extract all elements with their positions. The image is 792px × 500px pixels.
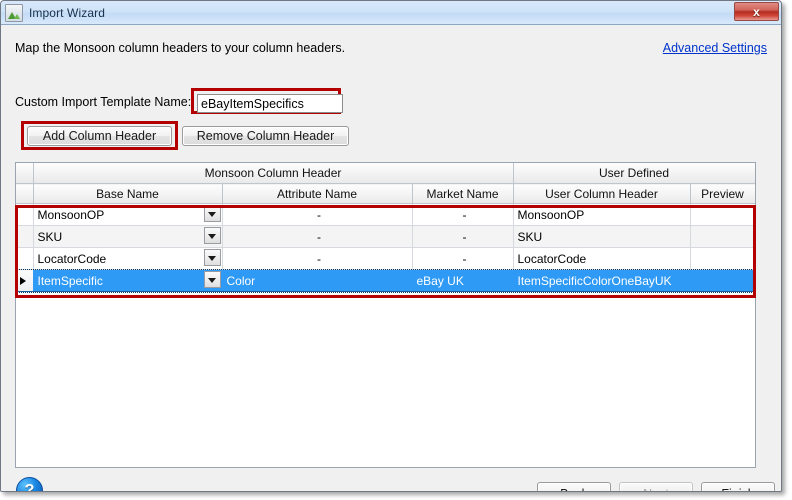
app-icon (5, 4, 23, 22)
cell-base-name[interactable]: MonsoonOP (33, 204, 222, 226)
cell-base-name[interactable]: ItemSpecific (33, 270, 222, 292)
table-row[interactable]: MonsoonOP - - MonsoonOP (16, 204, 755, 226)
cell-attribute-name[interactable]: - (222, 204, 412, 226)
import-wizard-window: Import Wizard x Map the Monsoon column h… (0, 0, 782, 492)
grid-corner (16, 163, 33, 184)
cell-base-name-text: SKU (38, 230, 63, 244)
window-title: Import Wizard (29, 6, 105, 20)
cell-base-name[interactable]: SKU (33, 226, 222, 248)
cell-user-column-header[interactable]: MonsoonOP (513, 204, 690, 226)
group-header-monsoon: Monsoon Column Header (33, 163, 513, 184)
cell-user-column-header[interactable]: LocatorCode (513, 248, 690, 270)
cell-preview[interactable] (690, 248, 755, 270)
grid-group-header-row: Monsoon Column Header User Defined (16, 163, 755, 184)
next-button: Next (619, 482, 693, 492)
title-bar: Import Wizard x (1, 1, 781, 25)
finish-button[interactable]: Finish (701, 482, 775, 492)
table-row[interactable]: SKU - - SKU (16, 226, 755, 248)
chevron-down-icon[interactable] (204, 271, 221, 288)
cell-market-name[interactable]: - (412, 204, 513, 226)
group-header-user-defined: User Defined (513, 163, 755, 184)
row-selector[interactable] (16, 248, 33, 270)
cell-attribute-name[interactable]: - (222, 226, 412, 248)
add-column-header-button[interactable]: Add Column Header (27, 126, 172, 146)
current-row-marker-icon (20, 277, 26, 285)
chevron-down-icon[interactable] (204, 249, 221, 266)
help-icon[interactable]: ? (16, 477, 43, 492)
grid-header: Monsoon Column Header User Defined Base … (16, 163, 755, 204)
cell-preview[interactable] (690, 204, 755, 226)
cell-preview[interactable] (690, 270, 755, 292)
cell-base-name-text: ItemSpecific (38, 274, 103, 288)
row-selector[interactable] (16, 204, 33, 226)
cell-base-name-text: MonsoonOP (38, 208, 105, 222)
row-selector[interactable] (16, 270, 33, 292)
cell-base-name-text: LocatorCode (38, 252, 107, 266)
column-header-user-column-header[interactable]: User Column Header (513, 184, 690, 204)
cell-preview[interactable] (690, 226, 755, 248)
cell-market-name[interactable]: - (412, 226, 513, 248)
template-name-label: Custom Import Template Name: (15, 95, 191, 109)
cell-market-name[interactable]: - (412, 248, 513, 270)
advanced-settings-link[interactable]: Advanced Settings (663, 41, 767, 55)
chevron-down-icon[interactable] (204, 205, 221, 222)
table-row-selected[interactable]: ItemSpecific Color eBay UK ItemSpecificC… (16, 270, 755, 292)
cell-base-name[interactable]: LocatorCode (33, 248, 222, 270)
row-selector[interactable] (16, 226, 33, 248)
client-area: Map the Monsoon column headers to your c… (1, 25, 781, 491)
cell-user-column-header[interactable]: ItemSpecificColorOneBayUK (513, 270, 690, 292)
row-header-corner (16, 184, 33, 204)
back-button[interactable]: Back (537, 482, 611, 492)
close-icon[interactable]: x (734, 2, 779, 21)
remove-column-header-button[interactable]: Remove Column Header (182, 126, 349, 146)
cell-user-column-header[interactable]: SKU (513, 226, 690, 248)
column-header-market-name[interactable]: Market Name (412, 184, 513, 204)
instruction-text: Map the Monsoon column headers to your c… (15, 41, 345, 55)
column-header-attribute-name[interactable]: Attribute Name (222, 184, 412, 204)
chevron-down-icon[interactable] (204, 227, 221, 244)
column-header-preview[interactable]: Preview (690, 184, 755, 204)
column-header-base-name[interactable]: Base Name (33, 184, 222, 204)
cell-attribute-name[interactable]: Color (222, 270, 412, 292)
cell-market-name[interactable]: eBay UK (412, 270, 513, 292)
template-name-input[interactable] (197, 94, 343, 113)
table-row[interactable]: LocatorCode - - LocatorCode (16, 248, 755, 270)
cell-attribute-name[interactable]: - (222, 248, 412, 270)
grid-column-header-row: Base Name Attribute Name Market Name Use… (16, 184, 755, 204)
grid: Monsoon Column Header User Defined Base … (16, 163, 756, 292)
column-mapping-table[interactable]: Monsoon Column Header User Defined Base … (15, 162, 756, 468)
grid-body: MonsoonOP - - MonsoonOP SKU (16, 204, 755, 292)
